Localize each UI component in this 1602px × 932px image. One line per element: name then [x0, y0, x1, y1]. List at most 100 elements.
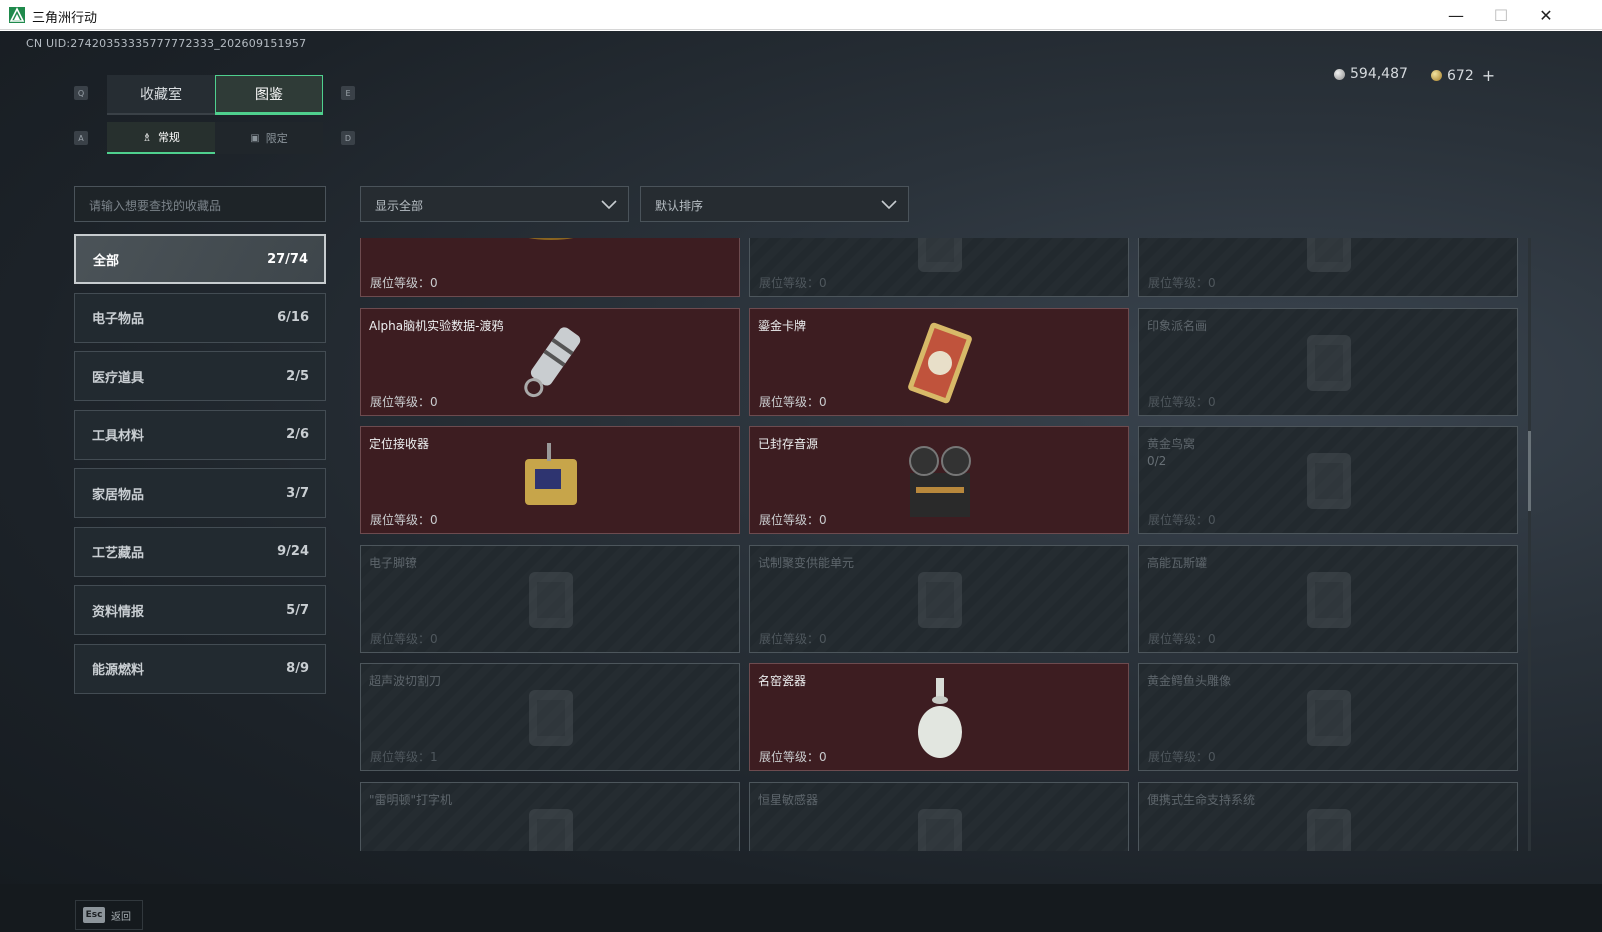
collection-item-card[interactable]: 印象派名画 展位等级：0	[1138, 307, 1518, 416]
painting-icon	[1307, 334, 1351, 391]
receiver-icon	[525, 443, 577, 505]
window-title: 三角洲行动	[32, 11, 98, 26]
collection-item-card[interactable]: 试制聚变供能单元 展位等级：0	[749, 544, 1129, 653]
back-label: 返回	[111, 911, 131, 923]
item-name: Alpha脑机实验数据-渡鸦	[369, 318, 504, 333]
collection-item-card[interactable]: 便携式生命支持系统	[1138, 781, 1518, 851]
collection-item-card[interactable]: 已封存音源 展位等级：0	[749, 426, 1129, 534]
image-icon: ▣	[250, 132, 260, 144]
category-item[interactable]: 医疗道具 2/5	[74, 351, 326, 401]
item-name: 恒星敏感器	[758, 792, 819, 807]
category-label: 资料情报	[92, 604, 145, 620]
back-button[interactable]: Esc 返回	[75, 900, 143, 930]
next-subtab-key: D	[341, 131, 355, 145]
category-count: 27/74	[267, 251, 308, 267]
collection-item-card[interactable]: 展位等级：0	[749, 238, 1129, 297]
silver-amount: 594,487	[1350, 66, 1408, 82]
collection-item-card[interactable]: 展位等级：0	[360, 238, 740, 297]
scrollbar-track[interactable]	[1528, 238, 1531, 851]
add-currency-button[interactable]: +	[1482, 66, 1495, 85]
gold-coin-icon	[1431, 70, 1442, 81]
collection-item-card[interactable]: 定位接收器 展位等级：0	[360, 426, 740, 534]
reel-recorder-icon	[909, 446, 971, 517]
gas-canister-icon	[1307, 571, 1351, 628]
item-level: 展位等级：0	[370, 513, 438, 527]
item-name: 试制聚变供能单元	[758, 555, 855, 570]
subtab-limited[interactable]: ▣ 限定	[215, 122, 323, 154]
item-level: 展位等级：0	[1148, 276, 1216, 290]
collection-item-card[interactable]: 高能瓦斯罐 展位等级：0	[1138, 544, 1518, 653]
category-label: 工具材料	[92, 429, 145, 444]
tab-codex[interactable]: 图鉴	[215, 75, 323, 115]
collection-item-card[interactable]: 展位等级：0	[1138, 238, 1518, 297]
item-name: 已封存音源	[758, 437, 819, 451]
category-item[interactable]: 资料情报 5/7	[74, 585, 326, 635]
collection-item-card[interactable]: 黄金鳄鱼头雕像 展位等级：0	[1138, 663, 1518, 771]
sort-value: 默认排序	[655, 199, 704, 213]
collection-item-card[interactable]: "雷明顿"打字机	[360, 781, 740, 851]
category-item[interactable]: 工具材料 2/6	[74, 409, 326, 460]
category-item[interactable]: 全部 27/74	[74, 234, 326, 284]
collection-item-card[interactable]: 超声波切割刀 展位等级：1	[360, 663, 740, 771]
category-count: 9/24	[277, 544, 309, 559]
collection-item-card[interactable]: 黄金鸟窝 0/2 展位等级：0	[1138, 426, 1518, 534]
item-level: 展位等级：0	[1148, 750, 1216, 764]
item-name: "雷明顿"打字机	[369, 792, 453, 807]
maximize-button[interactable]: ☐	[1478, 0, 1524, 30]
category-item[interactable]: 能源燃料 8/9	[74, 643, 326, 694]
display-filter-value: 显示全部	[375, 199, 424, 213]
tab-collection-room[interactable]: 收藏室	[107, 75, 215, 115]
item-level: 展位等级：0	[370, 631, 438, 646]
item-name: 电子脚镣	[369, 555, 418, 570]
item-level: 展位等级：1	[370, 750, 438, 764]
item-level: 展位等级：0	[370, 276, 438, 290]
category-label: 电子物品	[92, 312, 145, 327]
data-drive-icon	[524, 326, 581, 397]
crate-icon	[1307, 238, 1351, 272]
collection-item-card[interactable]: 鎏金卡牌 展位等级：0	[749, 307, 1129, 416]
category-item[interactable]: 工艺藏品 9/24	[74, 526, 326, 577]
ankle-monitor-icon	[529, 571, 573, 628]
search-input[interactable]: 请输入想要查找的收藏品	[74, 186, 326, 222]
category-count: 5/7	[286, 602, 309, 618]
figure-icon: ♗	[142, 130, 152, 144]
subtab-regular-label: 常规	[157, 131, 180, 144]
minimize-button[interactable]: —	[1433, 0, 1479, 30]
sort-dropdown[interactable]: 默认排序	[640, 186, 909, 222]
category-item[interactable]: 家居物品 3/7	[74, 468, 326, 518]
display-filter-dropdown[interactable]: 显示全部	[360, 186, 629, 222]
next-tab-key: E	[341, 86, 355, 100]
prev-tab-key: Q	[74, 86, 88, 100]
item-name: 印象派名画	[1147, 318, 1208, 333]
gilded-card-icon	[908, 322, 972, 403]
category-label: 家居物品	[92, 487, 145, 503]
category-count: 8/9	[286, 661, 309, 676]
category-label: 全部	[93, 253, 120, 269]
close-button[interactable]: ✕	[1523, 0, 1569, 30]
chevron-down-icon	[881, 200, 897, 210]
app-logo-icon	[9, 7, 25, 23]
ultrasonic-knife-icon	[529, 690, 573, 746]
item-name: 高能瓦斯罐	[1147, 555, 1208, 570]
category-count: 3/7	[286, 485, 309, 501]
subtab-regular[interactable]: ♗ 常规	[107, 122, 215, 154]
category-item[interactable]: 电子物品 6/16	[74, 292, 326, 343]
scrollbar-thumb[interactable]	[1528, 431, 1531, 511]
collection-item-card[interactable]: 电子脚镣展位等级：0	[360, 544, 740, 653]
collection-item-card[interactable]: Alpha脑机实验数据-渡鸦 展位等级：0	[360, 307, 740, 416]
category-count: 6/16	[277, 310, 309, 325]
item-level: 展位等级：0	[1148, 513, 1216, 527]
fusion-unit-icon	[918, 571, 962, 628]
porcelain-vase-icon	[918, 678, 962, 758]
category-count: 2/5	[286, 368, 309, 384]
crocodile-statue-icon	[1307, 690, 1351, 746]
collection-item-card[interactable]: 恒星敏感器	[749, 781, 1129, 851]
player-uid: CN UID:27420353335777772333_202609151957	[26, 37, 307, 50]
item-level: 展位等级：0	[759, 394, 827, 409]
item-progress: 0/2	[1147, 454, 1167, 468]
item-name: 名窑瓷器	[758, 674, 807, 688]
golden-nest-icon	[1307, 453, 1351, 509]
star-sensor-icon	[918, 808, 962, 851]
chevron-down-icon	[601, 200, 617, 210]
collection-item-card[interactable]: 名窑瓷器 展位等级：0	[749, 663, 1129, 771]
